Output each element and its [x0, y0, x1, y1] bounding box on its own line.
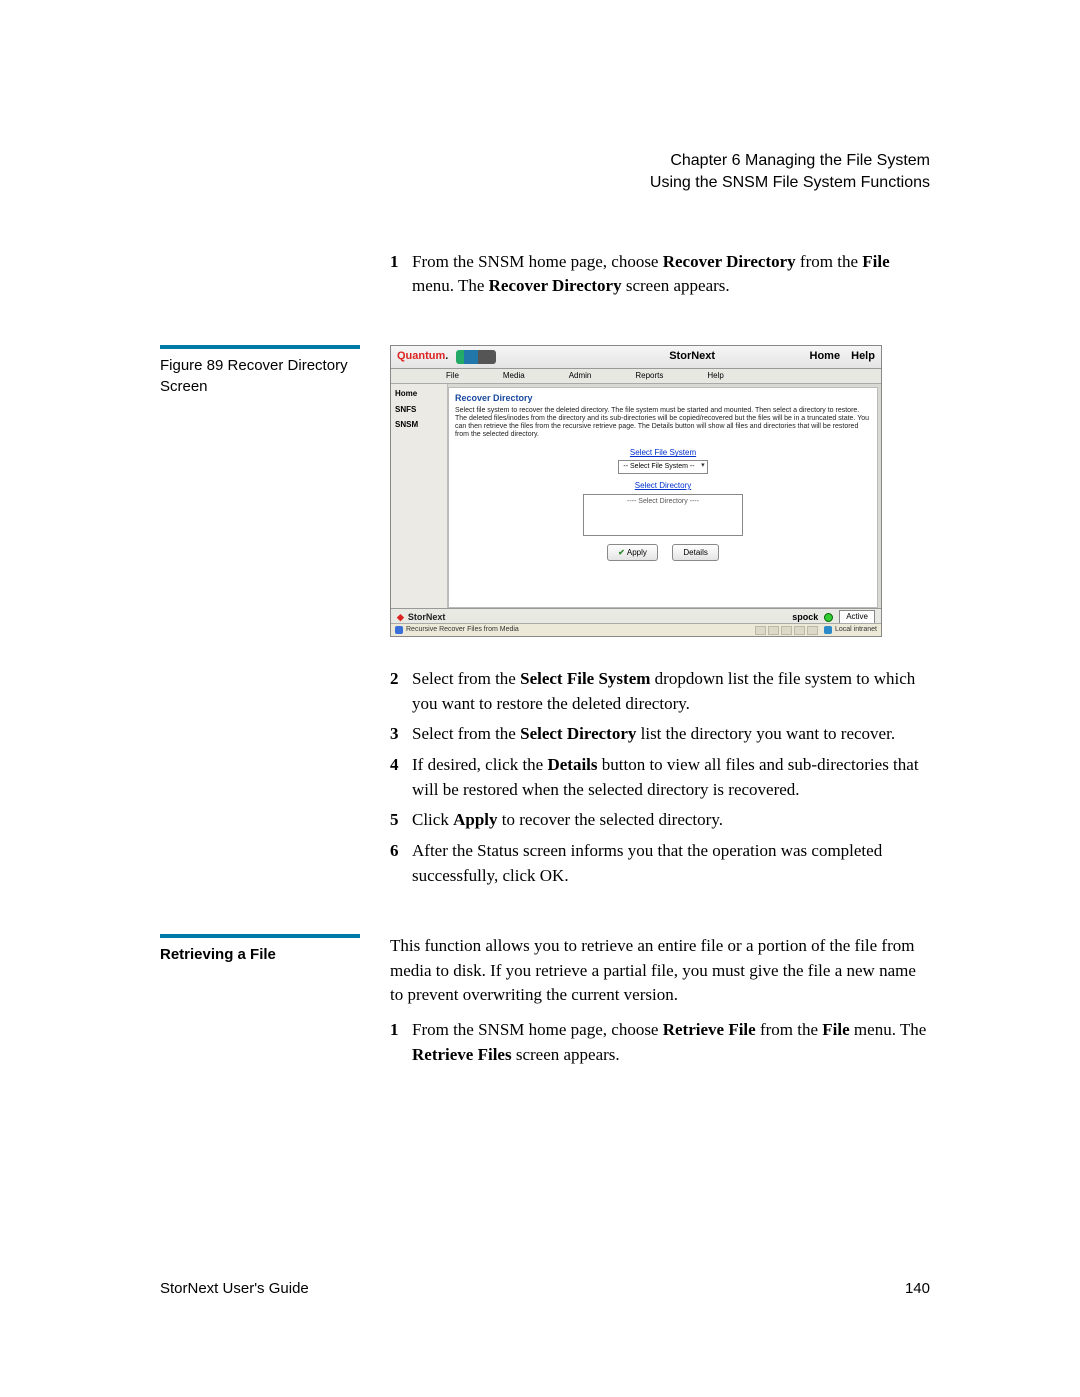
retrieve-step-1: 1 From the SNSM home page, choose Retrie…: [390, 1018, 930, 1067]
home-link[interactable]: Home: [810, 350, 841, 362]
side-home[interactable]: Home: [395, 388, 443, 400]
intranet-icon: [824, 626, 832, 634]
logo-swirl-icon: [456, 350, 496, 364]
footer-host: spock: [792, 611, 818, 624]
directory-listbox[interactable]: ---- Select Directory ----: [583, 494, 743, 536]
menu-reports[interactable]: Reports: [635, 370, 663, 382]
document-page: Chapter 6 Managing the File System Using…: [0, 0, 1080, 1397]
app-body: Home SNFS SNSM Recover Directory Select …: [391, 384, 881, 608]
retrieving-intro: This function allows you to retrieve an …: [390, 934, 930, 1008]
page-header: Chapter 6 Managing the File System Using…: [160, 150, 930, 195]
panel-title: Recover Directory: [455, 392, 871, 405]
browser-status-bar: Recursive Recover Files from Media Local…: [391, 623, 881, 636]
menu-media[interactable]: Media: [503, 370, 525, 382]
step-text: From the SNSM home page, choose Recover …: [412, 250, 930, 299]
main-panel: Recover Directory Select file system to …: [448, 387, 878, 608]
app-topbar: Quantum. StorNext Home Help: [391, 346, 881, 369]
browser-icon: [395, 626, 403, 634]
status-led-icon: [824, 613, 833, 622]
select-file-system-label: Select File System: [455, 447, 871, 459]
step-3: 3 Select from the Select Directory list …: [390, 722, 930, 747]
product-title: StorNext: [669, 349, 715, 365]
step-2: 2 Select from the Select File System dro…: [390, 667, 930, 716]
step-number: 1: [390, 250, 412, 299]
section-line: Using the SNSM File System Functions: [160, 172, 930, 194]
apply-button[interactable]: ✔Apply: [607, 544, 658, 562]
menu-file[interactable]: File: [446, 370, 459, 382]
top-links: Home Help: [802, 349, 875, 365]
chapter-line: Chapter 6 Managing the File System: [160, 150, 930, 172]
status-text: Recursive Recover Files from Media: [406, 625, 519, 635]
step-1: 1 From the SNSM home page, choose Recove…: [390, 250, 930, 299]
details-button[interactable]: Details: [672, 544, 718, 562]
panel-description: Select file system to recover the delete…: [455, 407, 871, 439]
screenshot-recover-directory: Quantum. StorNext Home Help File Media A…: [390, 345, 882, 637]
step-4: 4 If desired, click the Details button t…: [390, 753, 930, 802]
brand-logo: Quantum.: [397, 349, 448, 365]
figure-caption: Figure 89 Recover Directory Screen: [160, 345, 360, 397]
check-icon: ✔: [618, 548, 625, 557]
footer-guide: StorNext User's Guide: [160, 1280, 309, 1297]
side-snfs[interactable]: SNFS: [395, 404, 443, 416]
select-directory-label: Select Directory: [455, 480, 871, 492]
page-footer: StorNext User's Guide 140: [160, 1280, 930, 1297]
file-system-select[interactable]: -- Select File System --: [618, 460, 707, 474]
row-step1: 1 From the SNSM home page, choose Recove…: [160, 250, 930, 305]
footer-page-number: 140: [905, 1280, 930, 1297]
zone-text: Local intranet: [835, 625, 877, 635]
figure-row: Figure 89 Recover Directory Screen Quant…: [160, 345, 930, 894]
row-retrieving: Retrieving a File This function allows y…: [160, 934, 930, 1073]
help-link[interactable]: Help: [851, 350, 875, 362]
retrieving-heading: Retrieving a File: [160, 934, 360, 965]
menu-bar: File Media Admin Reports Help: [391, 369, 881, 384]
side-nav: Home SNFS SNSM: [391, 384, 448, 608]
menu-admin[interactable]: Admin: [569, 370, 592, 382]
button-row: ✔Apply Details: [455, 544, 871, 562]
step-5: 5 Click Apply to recover the selected di…: [390, 808, 930, 833]
footer-state: Active: [839, 610, 875, 624]
menu-help[interactable]: Help: [707, 370, 723, 382]
side-snsm[interactable]: SNSM: [395, 419, 443, 431]
footer-logo-icon: ◆: [397, 611, 404, 624]
step-6: 6 After the Status screen informs you th…: [390, 839, 930, 888]
status-cells: [755, 626, 818, 635]
footer-product: StorNext: [408, 611, 446, 624]
